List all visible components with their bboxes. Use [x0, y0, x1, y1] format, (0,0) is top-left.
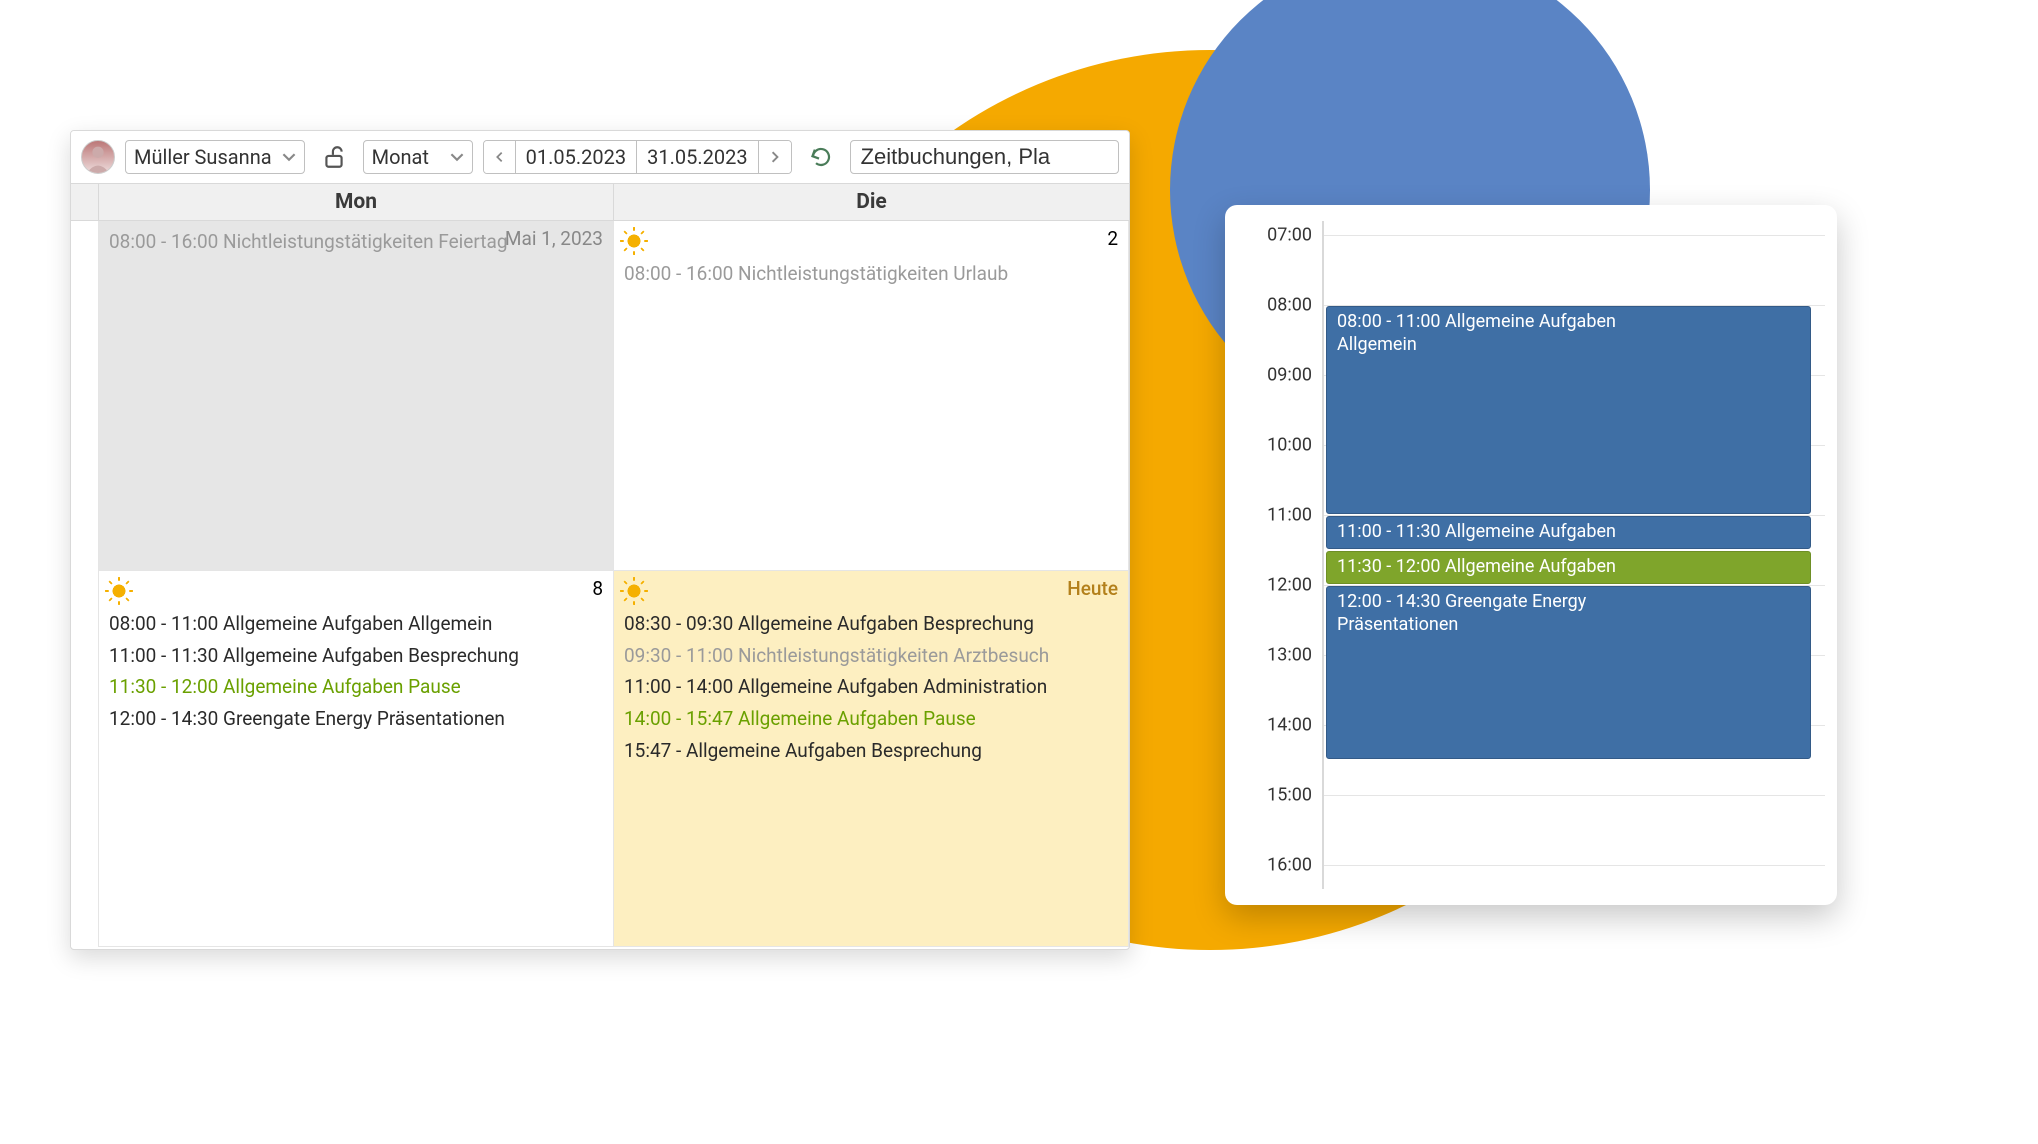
avatar-icon	[82, 141, 114, 173]
date-prev-button[interactable]	[484, 141, 516, 173]
dayview-event-title: 08:00 - 11:00 Allgemeine Aufgaben	[1337, 311, 1616, 332]
dayview-event-title: 11:30 - 12:00 Allgemeine Aufgaben	[1337, 556, 1616, 577]
hour-line	[1324, 795, 1825, 796]
unlock-button[interactable]	[315, 140, 353, 174]
unlock-icon	[321, 144, 347, 170]
refresh-button[interactable]	[802, 140, 840, 174]
time-tick: 13:00	[1267, 645, 1312, 666]
time-tick: 16:00	[1267, 855, 1312, 876]
day-cell-mon8[interactable]: 8 08:00 - 11:00 Allgemeine Aufgaben Allg…	[99, 571, 614, 947]
weekday-header: Mon Die	[71, 183, 1129, 221]
slot-column[interactable]: 08:00 - 11:00 Allgemeine AufgabenAllgeme…	[1323, 221, 1825, 889]
dayview-event-block[interactable]: 11:00 - 11:30 Allgemeine Aufgaben	[1326, 516, 1811, 549]
calendar-event[interactable]: 11:30 - 12:00 Allgemeine Aufgaben Pause	[109, 674, 603, 700]
gutter	[71, 571, 99, 947]
gutter	[71, 221, 99, 571]
calendar-event[interactable]: 12:00 - 14:30 Greengate Energy Präsentat…	[109, 706, 603, 732]
search-input[interactable]	[850, 140, 1119, 174]
viewmode-select[interactable]: Monat	[363, 140, 473, 174]
hour-line	[1324, 865, 1825, 866]
time-tick: 12:00	[1267, 575, 1312, 596]
day-cell-tue9-today[interactable]: Heute 08:30 - 09:30 Allgemeine Aufgaben …	[614, 571, 1129, 947]
calendar-event[interactable]: 14:00 - 15:47 Allgemeine Aufgaben Pause	[624, 706, 1118, 732]
calendar-event[interactable]: 09:30 - 11:00 Nichtleistungstätigkeiten …	[624, 643, 1118, 669]
dayview-event-subtitle: Allgemein	[1337, 334, 1800, 357]
time-column: 07:00 08:00 09:00 10:00 11:00 12:00 13:00 14:00…	[1237, 221, 1323, 889]
date-label: 8	[592, 577, 603, 600]
calendar-event[interactable]: 15:47 - Allgemeine Aufgaben Besprechung	[624, 738, 1118, 764]
time-tick: 15:00	[1267, 785, 1312, 806]
chevron-down-icon	[450, 145, 464, 169]
dayview-event-block[interactable]: 08:00 - 11:00 Allgemeine AufgabenAllgeme…	[1326, 306, 1811, 514]
chevron-down-icon	[282, 145, 296, 169]
month-grid: Mai 1, 2023 08:00 - 16:00 Nichtleistungs…	[71, 221, 1129, 947]
avatar[interactable]	[81, 140, 115, 174]
calendar-event[interactable]: 08:30 - 09:30 Allgemeine Aufgaben Bespre…	[624, 611, 1118, 637]
viewmode-label: Monat	[372, 145, 429, 169]
refresh-icon	[809, 145, 833, 169]
dayview-event-block[interactable]: 11:30 - 12:00 Allgemeine Aufgaben	[1326, 551, 1811, 584]
time-tick: 11:00	[1267, 505, 1312, 526]
date-range: 01.05.2023 31.05.2023	[483, 140, 792, 174]
date-label: 2	[1107, 227, 1118, 250]
date-to[interactable]: 31.05.2023	[637, 141, 758, 173]
day-view-card: 07:00 08:00 09:00 10:00 11:00 12:00 13:00 14:00…	[1225, 205, 1837, 905]
dayview-event-title: 11:00 - 11:30 Allgemeine Aufgaben	[1337, 521, 1616, 542]
calendar-event[interactable]: 08:00 - 16:00 Nichtleistungstätigkeiten …	[624, 261, 1118, 287]
sun-icon	[624, 581, 644, 601]
calendar-event[interactable]: 08:00 - 11:00 Allgemeine Aufgaben Allgem…	[109, 611, 603, 637]
time-tick: 14:00	[1267, 715, 1312, 736]
chevron-left-icon	[494, 150, 505, 164]
calendar-event[interactable]: 11:00 - 14:00 Allgemeine Aufgaben Admini…	[624, 674, 1118, 700]
dayview-event-title: 12:00 - 14:30 Greengate Energy	[1337, 591, 1586, 612]
time-tick: 07:00	[1267, 225, 1312, 246]
date-from[interactable]: 01.05.2023	[516, 141, 637, 173]
user-select[interactable]: Müller Susanna	[125, 140, 305, 174]
time-tick: 10:00	[1267, 435, 1312, 456]
day-cell-mon1[interactable]: Mai 1, 2023 08:00 - 16:00 Nichtleistungs…	[99, 221, 614, 571]
weekday-mon: Mon	[99, 184, 614, 220]
date-next-button[interactable]	[759, 141, 791, 173]
weekday-tue: Die	[614, 184, 1129, 220]
time-tick: 09:00	[1267, 365, 1312, 386]
toolbar: Müller Susanna Monat	[71, 131, 1129, 183]
sun-icon	[624, 231, 644, 251]
user-select-label: Müller Susanna	[134, 145, 272, 169]
hour-line	[1324, 235, 1825, 236]
dayview-event-block[interactable]: 12:00 - 14:30 Greengate EnergyPräsentati…	[1326, 586, 1811, 759]
calendar-event[interactable]: 11:00 - 11:30 Allgemeine Aufgaben Bespre…	[109, 643, 603, 669]
month-calendar-panel: Müller Susanna Monat	[70, 130, 1130, 950]
date-label: Mai 1, 2023	[505, 227, 603, 250]
chevron-right-icon	[769, 150, 781, 164]
date-label-today: Heute	[1067, 577, 1118, 600]
dayview-event-subtitle: Präsentationen	[1337, 614, 1800, 637]
time-tick: 08:00	[1267, 295, 1312, 316]
day-cell-tue2[interactable]: 2 08:00 - 16:00 Nichtleistungstätigkeite…	[614, 221, 1129, 571]
sun-icon	[109, 581, 129, 601]
